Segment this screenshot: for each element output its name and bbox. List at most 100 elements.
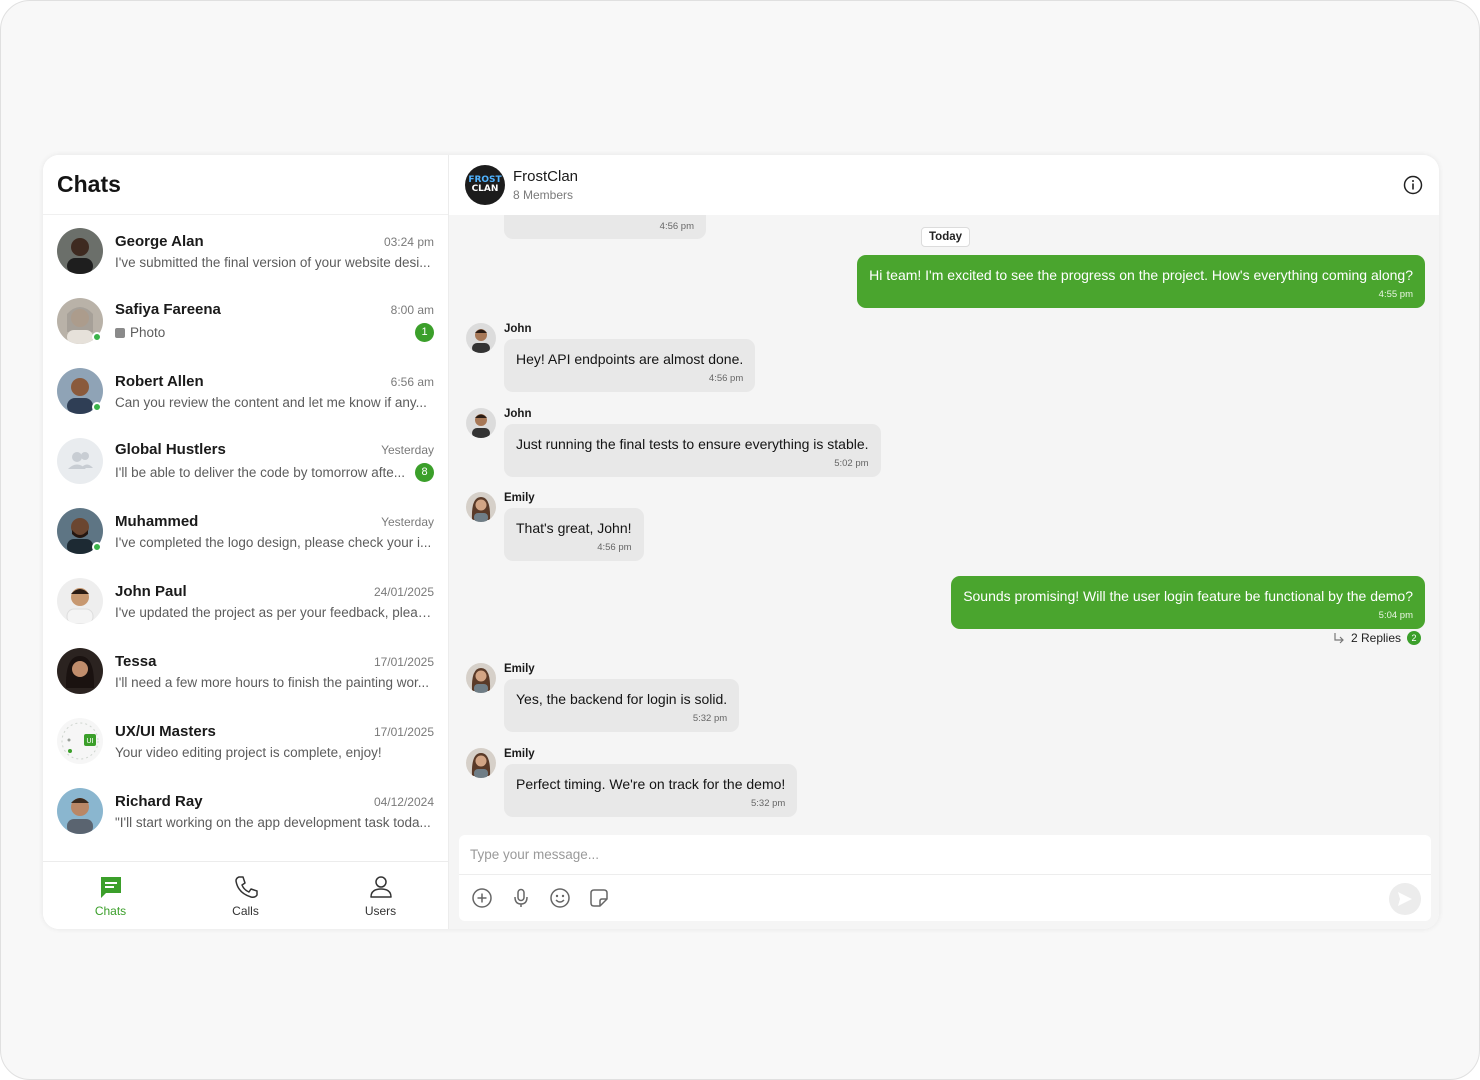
message-time: 5:32 pm <box>750 798 786 809</box>
message-time: 5:04 pm <box>1378 610 1413 621</box>
message-time: 4:56 pm <box>708 373 744 384</box>
app-window: Chats George Alan 03:24 pm I've submitted… <box>43 155 1439 929</box>
online-indicator <box>92 542 102 552</box>
message-time: 5:02 pm <box>834 458 869 469</box>
message-bubble-outgoing: Sounds promising! Will the user login fe… <box>951 576 1425 629</box>
message-bubble: Hey! API endpoints are almost done. 4:56… <box>504 339 756 392</box>
chat-item-ux-ui-masters[interactable]: UI UX/UI Masters 17/01/2025 Your video ed… <box>43 706 448 776</box>
chat-name: UX/UI Masters <box>115 722 216 740</box>
message-composer <box>459 835 1431 921</box>
sticker-icon[interactable] <box>588 887 610 909</box>
avatar <box>57 788 103 834</box>
member-count: 8 Members <box>513 188 574 202</box>
chat-item-global-hustlers[interactable]: Global Hustlers Yesterday I'll be able to… <box>43 426 448 496</box>
group-avatar <box>57 438 103 484</box>
chat-name: John Paul <box>115 582 187 600</box>
message-input[interactable] <box>459 835 1431 875</box>
chat-preview: Photo <box>115 325 165 340</box>
avatar <box>57 298 103 344</box>
chat-preview: I've updated the project as per your fee… <box>115 604 434 620</box>
chat-time: 6:56 am <box>390 374 434 389</box>
mic-icon[interactable] <box>510 887 532 909</box>
chat-time: 8:00 am <box>390 302 434 317</box>
avatar <box>57 228 103 274</box>
bottom-nav: Chats Calls Users <box>43 861 448 929</box>
message-text: Perfect timing. We're on track for the d… <box>516 776 786 792</box>
thread-replies[interactable]: 2 Replies 2 <box>1333 631 1421 645</box>
date-separator: Today <box>921 227 971 247</box>
message-bubble: Perfect timing. We're on track for the d… <box>504 764 798 817</box>
chat-name: Global Hustlers <box>115 440 226 458</box>
chat-name: Richard Ray <box>115 792 203 810</box>
message-bubble: Just running the final tests to ensure e… <box>504 424 881 477</box>
message-list[interactable]: 4:56 pm Today Hi team! I'm excited to se… <box>449 215 1439 830</box>
sender-name: Emily <box>504 492 535 504</box>
chat-preview: I've completed the logo design, please c… <box>115 534 432 550</box>
emoji-icon[interactable] <box>549 887 571 909</box>
sender-avatar <box>466 492 496 522</box>
chat-name: Safiya Fareena <box>115 300 221 318</box>
info-icon[interactable] <box>1403 175 1423 195</box>
chat-item-richard-ray[interactable]: Richard Ray 04/12/2024 "I'll start workin… <box>43 776 448 846</box>
chat-preview: I'll be able to deliver the code by tomo… <box>115 464 405 480</box>
avatar <box>57 648 103 694</box>
chat-time: Yesterday <box>381 442 434 457</box>
plus-circle-icon[interactable] <box>471 887 493 909</box>
conversation-header: FROST CLAN FrostClan 8 Members <box>449 155 1439 215</box>
sender-name: Emily <box>504 663 535 675</box>
chat-sidebar: Chats George Alan 03:24 pm I've submitted… <box>43 155 449 929</box>
chat-time: Yesterday <box>381 514 434 529</box>
chat-name: Muhammed <box>115 512 199 530</box>
unread-badge: 8 <box>415 462 434 482</box>
message-text: Sounds promising! Will the user login fe… <box>963 588 1413 604</box>
nav-users[interactable]: Users <box>313 862 448 929</box>
message-bubble-outgoing: Hi team! I'm excited to see the progress… <box>857 255 1425 308</box>
chat-item-safiya-fareena[interactable]: Safiya Fareena 8:00 am Photo 1 <box>43 286 448 356</box>
chat-item-tessa[interactable]: Tessa 17/01/2025 I'll need a few more hou… <box>43 636 448 706</box>
chat-item-john-paul[interactable]: John Paul 24/01/2025 I've updated the pro… <box>43 566 448 636</box>
nav-label: Users <box>364 903 397 918</box>
nav-calls[interactable]: Calls <box>178 862 313 929</box>
user-icon <box>368 874 394 900</box>
message-bubble: That's great, John! 4:56 pm <box>504 508 644 561</box>
phone-icon <box>233 874 259 900</box>
chat-time: 17/01/2025 <box>373 724 434 739</box>
chat-item-muhammed[interactable]: Muhammed Yesterday I've completed the log… <box>43 496 448 566</box>
chat-time: 17/01/2025 <box>373 654 434 669</box>
chat-name: Robert Allen <box>115 372 204 390</box>
chat-preview: I've submitted the final version of your… <box>115 254 431 270</box>
message-time: 4:56 pm <box>659 221 694 232</box>
svg-text:UI: UI <box>86 737 93 745</box>
online-indicator <box>92 402 102 412</box>
avatar <box>57 368 103 414</box>
chat-list[interactable]: George Alan 03:24 pm I've submitted the f… <box>43 216 448 862</box>
chat-item-george-alan[interactable]: George Alan 03:24 pm I've submitted the f… <box>43 216 448 286</box>
chat-time: 24/01/2025 <box>373 584 434 599</box>
message-bubble: 4:56 pm <box>504 215 706 239</box>
sender-avatar <box>466 408 496 438</box>
chat-icon <box>98 874 124 900</box>
group-name: FrostClan <box>513 168 579 185</box>
reply-arrow-icon <box>1334 633 1344 644</box>
device-frame: Chats George Alan 03:24 pm I've submitted… <box>0 0 1480 1080</box>
chat-time: 04/12/2024 <box>373 794 434 809</box>
nav-label: Calls <box>232 903 259 918</box>
conversation-panel: FROST CLAN FrostClan 8 Members 4:56 pm T… <box>449 155 1439 929</box>
chat-preview: Your video editing project is complete, … <box>115 744 382 760</box>
message-time: 5:32 pm <box>692 713 728 724</box>
message-text: Hi team! I'm excited to see the progress… <box>869 267 1413 283</box>
unread-badge: 1 <box>415 322 434 342</box>
chat-item-robert-allen[interactable]: Robert Allen 6:56 am Can you review the c… <box>43 356 448 426</box>
nav-chats[interactable]: Chats <box>43 862 178 929</box>
chat-name: Tessa <box>115 652 157 670</box>
message-text: Hey! API endpoints are almost done. <box>516 351 744 367</box>
group-logo[interactable]: FROST CLAN <box>465 165 505 205</box>
message-time: 4:56 pm <box>597 542 632 553</box>
send-button[interactable] <box>1389 883 1421 915</box>
avatar <box>57 578 103 624</box>
chat-name: George Alan <box>115 232 204 250</box>
chat-preview: Can you review the content and let me kn… <box>115 394 427 410</box>
nav-label: Chats <box>94 903 127 918</box>
logo-text: CLAN <box>471 184 499 194</box>
avatar <box>57 508 103 554</box>
